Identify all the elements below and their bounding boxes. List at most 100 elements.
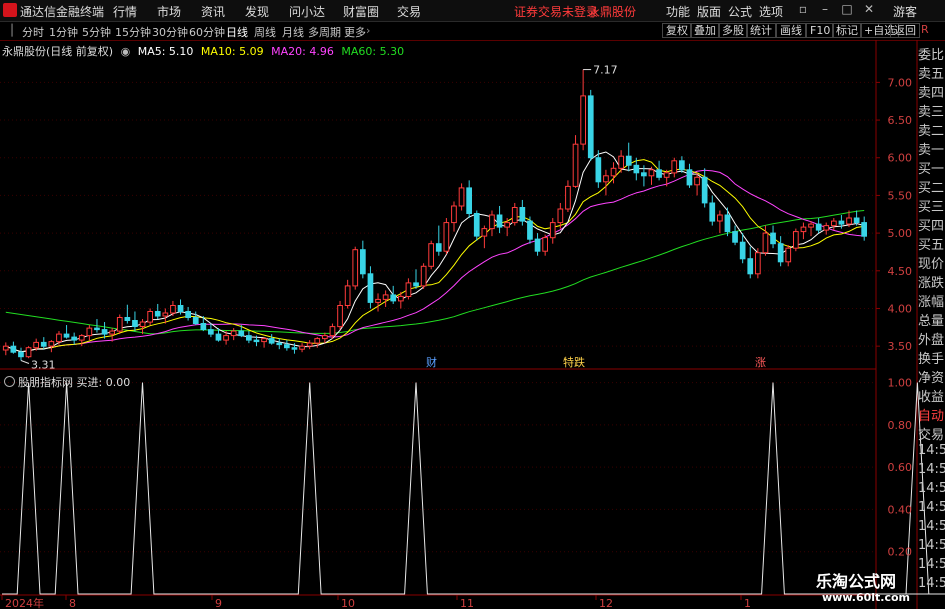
menu-market[interactable]: 市场 bbox=[157, 3, 181, 20]
maximize-icon[interactable]: □ bbox=[840, 2, 854, 18]
period-intraday[interactable]: 分时 bbox=[22, 24, 44, 40]
menu-discover[interactable]: 发现 bbox=[245, 3, 269, 20]
f10-button[interactable]: F10 bbox=[806, 23, 835, 38]
skin-icon[interactable]: ▫ bbox=[796, 2, 810, 18]
menu-options[interactable]: 选项 bbox=[759, 3, 783, 20]
user-guest[interactable]: 游客 bbox=[893, 3, 917, 20]
more-chevron-icon[interactable]: › bbox=[366, 24, 370, 37]
sidebar-item-26: 14:56 bbox=[918, 538, 945, 553]
back-button[interactable]: 返回 bbox=[890, 23, 920, 38]
period-daily[interactable]: 日线 bbox=[226, 24, 248, 40]
candle-body bbox=[170, 305, 176, 314]
sidebar-item-5: 卖一 bbox=[918, 143, 945, 158]
minimize-icon[interactable]: – bbox=[818, 2, 832, 18]
period-30min[interactable]: 30分钟 bbox=[152, 24, 188, 40]
indicator-tick-label: 0.20 bbox=[888, 546, 913, 559]
candle-body bbox=[109, 330, 116, 335]
trade-login-status[interactable]: 证券交易未登录 bbox=[514, 3, 598, 20]
period-monthly[interactable]: 月线 bbox=[282, 24, 304, 40]
candle-body bbox=[443, 222, 450, 252]
period-1min[interactable]: 1分钟 bbox=[49, 24, 78, 40]
menu-trade[interactable]: 交易 bbox=[397, 3, 421, 20]
time-tick-label: 8 bbox=[69, 597, 76, 609]
close-icon[interactable]: ✕ bbox=[862, 2, 876, 18]
sidebar-item-23: 14:56 bbox=[918, 481, 945, 496]
candle-body bbox=[504, 222, 510, 228]
candle-body bbox=[398, 295, 404, 302]
candle-body bbox=[580, 95, 586, 145]
sidebar-item-20[interactable]: 交易 bbox=[918, 424, 945, 443]
candle-body bbox=[200, 323, 207, 330]
buy-signal-line bbox=[2, 382, 945, 595]
candle-body bbox=[230, 330, 237, 337]
indicator-tick-label: 0.80 bbox=[888, 419, 913, 432]
price-tick-label: 5.50 bbox=[888, 189, 913, 202]
draw-line-button[interactable]: 画线 bbox=[776, 23, 806, 38]
menu-layout[interactable]: 版面 bbox=[697, 3, 721, 20]
sidebar-toggle[interactable]: R bbox=[921, 23, 929, 36]
candle-body bbox=[679, 160, 685, 171]
candle-body bbox=[755, 252, 761, 275]
menu-quotes[interactable]: 行情 bbox=[113, 3, 137, 20]
candle-body bbox=[428, 243, 434, 267]
candle-body bbox=[147, 311, 154, 323]
candle-body bbox=[610, 167, 617, 177]
markers-button[interactable]: 标记 bbox=[832, 23, 862, 38]
candle-body bbox=[360, 249, 366, 275]
candle-body bbox=[299, 345, 305, 350]
kline-chart[interactable]: 7.00 6.50 6.00 5.50 5.00 4.50 4.00 3.50 1.00 0.80… bbox=[0, 40, 945, 609]
candle-body bbox=[322, 335, 328, 340]
period-weekly[interactable]: 周线 bbox=[254, 24, 276, 40]
period-15min[interactable]: 15分钟 bbox=[115, 24, 151, 40]
price-tick-label: 7.00 bbox=[888, 76, 913, 89]
sidebar-item-19[interactable]: 自动 bbox=[918, 405, 945, 424]
indicator-tick-label: 1.00 bbox=[888, 377, 913, 390]
candle-body bbox=[132, 320, 138, 327]
candle-body bbox=[853, 217, 860, 223]
sidebar-item-25: 14:56 bbox=[918, 519, 945, 534]
candle-body bbox=[648, 169, 655, 177]
menu-wealth-circle[interactable]: 财富圈 bbox=[343, 3, 379, 20]
statistics-button[interactable]: 统计 bbox=[746, 23, 776, 38]
time-tick-label: 1 bbox=[744, 597, 751, 609]
candle-body bbox=[352, 249, 359, 287]
overlay-button[interactable]: 叠加 bbox=[690, 23, 720, 38]
multi-stock-button[interactable]: 多股 bbox=[718, 23, 748, 38]
adjust-button[interactable]: 复权 bbox=[662, 23, 692, 38]
candle-body bbox=[185, 311, 192, 318]
candle-body bbox=[18, 351, 24, 358]
menu-assistant[interactable]: 问小达 bbox=[289, 3, 325, 20]
watermark-site-name: 乐淘公式网 bbox=[816, 572, 897, 591]
candle-body bbox=[793, 231, 799, 249]
candle-body bbox=[785, 247, 792, 263]
toolbar-left-arrow-icon[interactable]: ▕ bbox=[4, 24, 12, 37]
time-tick-label: 10 bbox=[341, 597, 355, 609]
sidebar-item-18: 收益 bbox=[918, 390, 945, 405]
candle-body bbox=[78, 335, 85, 341]
app-title: 通达信金融终端 bbox=[20, 5, 105, 19]
current-stock-name: 永鼎股份 bbox=[588, 5, 637, 19]
menu-formula[interactable]: 公式 bbox=[728, 3, 752, 20]
menu-function[interactable]: 功能 bbox=[666, 3, 690, 20]
period-5min[interactable]: 5分钟 bbox=[82, 24, 111, 40]
candle-body bbox=[284, 344, 290, 349]
candle-body bbox=[71, 336, 78, 341]
period-multi[interactable]: 多周期 bbox=[308, 24, 341, 40]
period-60min[interactable]: 60分钟 bbox=[189, 24, 225, 40]
sidebar-item-9: 买四 bbox=[918, 219, 945, 234]
period-more[interactable]: 更多 bbox=[344, 24, 366, 40]
sidebar-item-3: 卖三 bbox=[918, 105, 945, 120]
menu-news[interactable]: 资讯 bbox=[201, 3, 225, 20]
candle-body bbox=[815, 223, 822, 231]
candle-body bbox=[732, 231, 738, 243]
candle-body bbox=[542, 237, 548, 252]
candle-body bbox=[686, 169, 693, 186]
candle-body bbox=[838, 220, 845, 225]
sidebar-item-17: 净资 bbox=[918, 371, 945, 386]
sidebar-item-16: 换手 bbox=[918, 352, 945, 367]
sidebar-item-2: 卖四 bbox=[918, 86, 945, 101]
indicator-legend: 股朋指标网 买进: 0.00 bbox=[4, 374, 130, 390]
candle-body bbox=[413, 282, 419, 287]
candle-body bbox=[261, 338, 267, 343]
indicator-settings-icon[interactable] bbox=[4, 376, 15, 387]
